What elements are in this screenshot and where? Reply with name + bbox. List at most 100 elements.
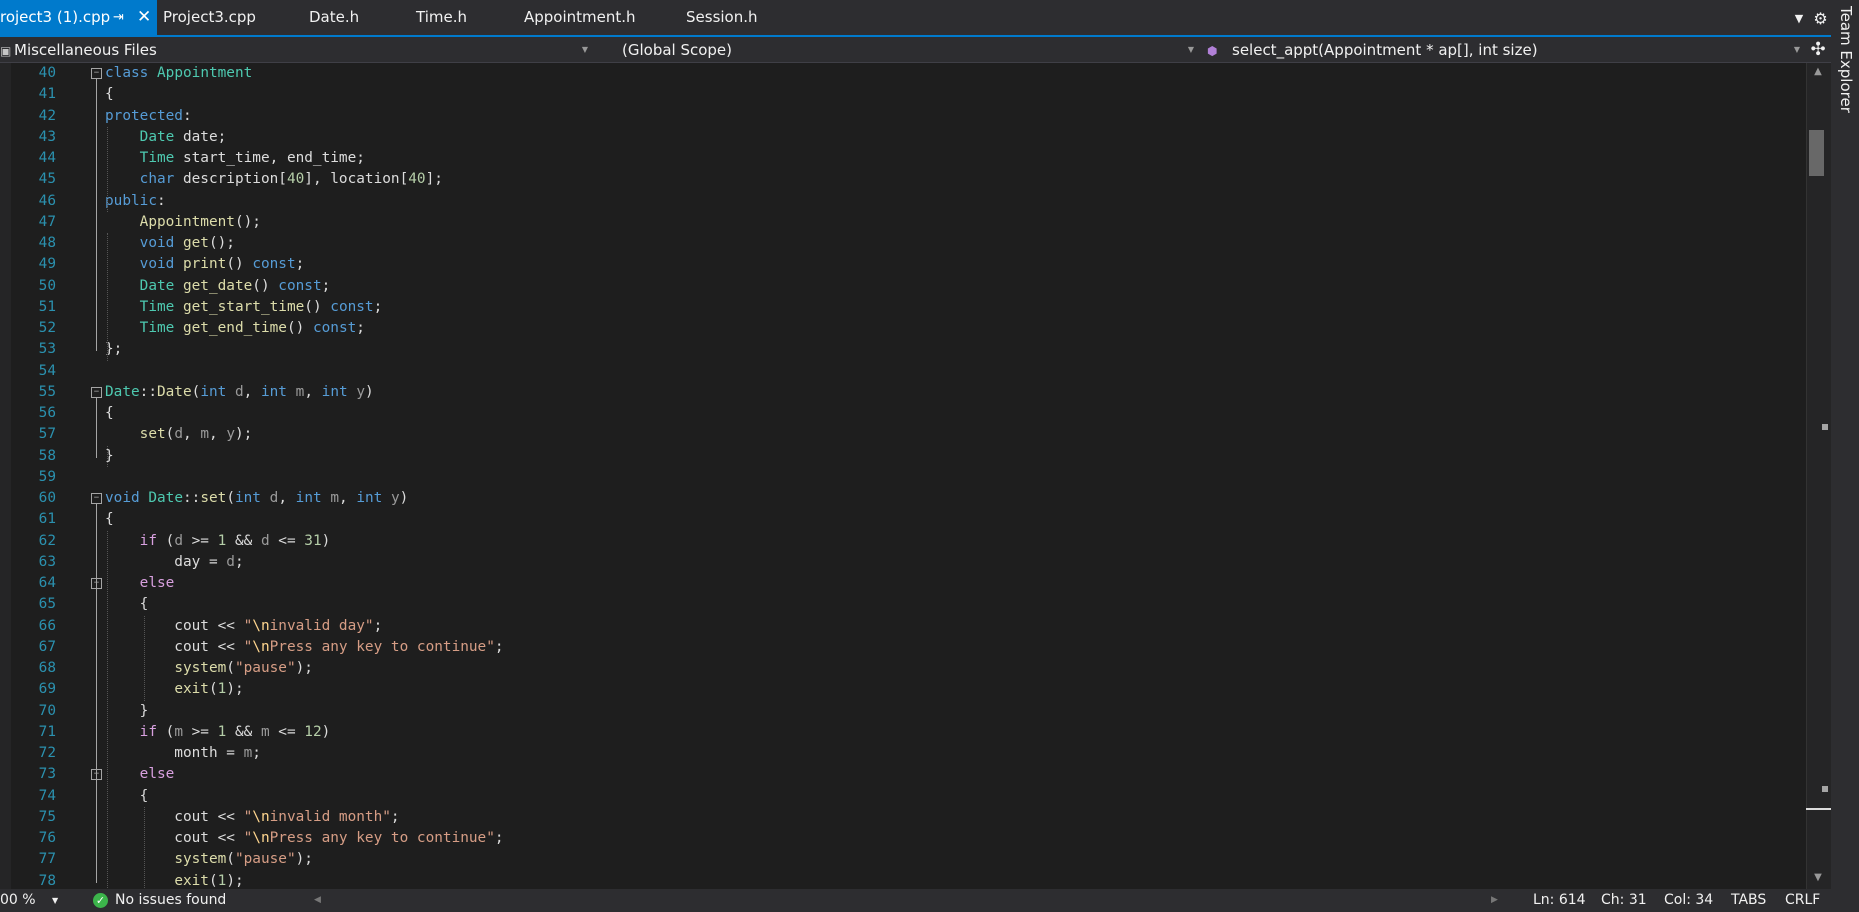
close-icon[interactable]: ✕ bbox=[137, 0, 151, 35]
code-token: exit bbox=[174, 872, 209, 889]
zoom-dropdown-icon[interactable]: ▼ bbox=[52, 889, 58, 912]
code-line[interactable]: 50 Date get_date() const; bbox=[0, 276, 1806, 297]
code-text: else bbox=[105, 573, 175, 594]
gear-icon[interactable]: ⚙ bbox=[1810, 0, 1831, 35]
code-line[interactable]: 45 char description[40], location[40]; bbox=[0, 169, 1806, 190]
line-ending[interactable]: CRLF bbox=[1785, 889, 1820, 912]
issues-status[interactable]: No issues found bbox=[115, 889, 226, 912]
collapse-icon[interactable]: − bbox=[91, 68, 102, 79]
code-token: ( bbox=[156, 532, 175, 549]
scroll-up-icon[interactable]: ▲ bbox=[1808, 66, 1828, 78]
scrollbar-thumb[interactable] bbox=[1809, 130, 1824, 176]
scope-dropdown[interactable]: (Global Scope) ▼ bbox=[598, 39, 1198, 61]
code-line[interactable]: 46 public: bbox=[0, 191, 1806, 212]
code-line[interactable]: 54 bbox=[0, 361, 1806, 382]
code-line[interactable]: 63 day = d; bbox=[0, 552, 1806, 573]
code-line[interactable]: 57 set(d, m, y); bbox=[0, 424, 1806, 445]
code-line[interactable]: 53}; bbox=[0, 339, 1806, 360]
scroll-right-icon[interactable]: ▶ bbox=[1491, 889, 1498, 912]
scroll-left-icon[interactable]: ◀ bbox=[314, 889, 321, 912]
code-line[interactable]: 66 cout << "\ninvalid day"; bbox=[0, 616, 1806, 637]
tab-time-h[interactable]: Time.h bbox=[416, 0, 496, 35]
pin-icon[interactable]: ⇥ bbox=[113, 0, 124, 35]
code-line[interactable]: 41 { bbox=[0, 84, 1806, 105]
code-token: system bbox=[174, 660, 227, 676]
code-text: { bbox=[105, 84, 114, 105]
code-line[interactable]: 73− else bbox=[0, 764, 1806, 785]
line-indicator[interactable]: Ln: 614 bbox=[1533, 889, 1586, 912]
code-line[interactable]: 70 } bbox=[0, 701, 1806, 722]
code-token: const bbox=[330, 298, 374, 315]
line-number: 42 bbox=[38, 107, 56, 124]
code-line[interactable]: 43 Date date; bbox=[0, 127, 1806, 148]
code-line[interactable]: 49 void print() const; bbox=[0, 254, 1806, 275]
line-number: 41 bbox=[38, 86, 56, 103]
code-token: 1 bbox=[217, 532, 227, 549]
tab-project3-1-cpp[interactable]: roject3 (1).cpp ⇥ ✕ bbox=[0, 0, 157, 35]
code-line[interactable]: 42 protected: bbox=[0, 106, 1806, 127]
code-token: { bbox=[105, 405, 114, 421]
code-line[interactable]: 75 cout << "\ninvalid month"; bbox=[0, 807, 1806, 828]
tab-appointment-h[interactable]: Appointment.h bbox=[524, 0, 654, 35]
code-token: y bbox=[391, 490, 400, 506]
code-line[interactable]: 47 Appointment(); bbox=[0, 212, 1806, 233]
code-line[interactable]: 58} bbox=[0, 446, 1806, 467]
tab-date-h[interactable]: Date.h bbox=[309, 0, 389, 35]
code-line[interactable]: 44 Time start_time, end_time; bbox=[0, 148, 1806, 169]
code-line[interactable]: 59 bbox=[0, 467, 1806, 488]
code-token: ; bbox=[494, 638, 504, 655]
code-line[interactable]: 40 − class Appointment bbox=[0, 63, 1806, 84]
code-token: ; bbox=[321, 277, 331, 294]
project-dropdown[interactable]: ▣ Miscellaneous Files ▼ bbox=[0, 39, 592, 61]
team-explorer-tab[interactable]: Team Explorer bbox=[1835, 6, 1855, 113]
member-dropdown[interactable]: ⬢ select_appt(Appointment * ap[], int siz… bbox=[1204, 39, 1804, 61]
code-text: system("pause"); bbox=[105, 658, 313, 679]
code-text: { bbox=[105, 594, 149, 615]
code-line[interactable]: 48 void get(); bbox=[0, 233, 1806, 254]
code-line[interactable]: 60 − void Date::set(int d, int m, int y) bbox=[0, 488, 1806, 509]
code-token: () bbox=[304, 298, 331, 315]
code-line[interactable]: 67 cout << "\nPress any key to continue"… bbox=[0, 637, 1806, 658]
collapse-icon[interactable]: − bbox=[91, 493, 102, 504]
code-text: void get(); bbox=[105, 233, 235, 254]
chevron-down-icon[interactable]: ▼ bbox=[1788, 0, 1810, 35]
code-token: Appointment bbox=[157, 65, 253, 81]
scroll-down-icon[interactable]: ▼ bbox=[1808, 872, 1828, 884]
code-token: m bbox=[200, 426, 209, 443]
code-text: else bbox=[105, 764, 175, 785]
scroll-marker bbox=[1822, 786, 1828, 792]
code-token: ; bbox=[494, 830, 504, 846]
indent-mode[interactable]: TABS bbox=[1731, 889, 1766, 912]
code-line[interactable]: 65 { bbox=[0, 594, 1806, 615]
zoom-level[interactable]: 00 % bbox=[0, 889, 36, 912]
code-token: cout << bbox=[105, 638, 244, 655]
code-line[interactable]: 69 exit(1); bbox=[0, 679, 1806, 700]
code-line[interactable]: 76 cout << "\nPress any key to continue"… bbox=[0, 828, 1806, 849]
collapse-icon[interactable]: − bbox=[91, 386, 102, 398]
code-line[interactable]: 52 Time get_end_time() const; bbox=[0, 318, 1806, 339]
column-indicator[interactable]: Col: 34 bbox=[1664, 889, 1713, 912]
code-line[interactable]: 77 system("pause"); bbox=[0, 849, 1806, 870]
code-line[interactable]: 64− else bbox=[0, 573, 1806, 594]
chevron-down-icon: ▼ bbox=[1187, 45, 1194, 54]
code-editor[interactable]: 40− class Appointment 41 {42 protected: 43 Da… bbox=[0, 63, 1806, 889]
code-line[interactable]: 51 Time get_start_time() const; bbox=[0, 297, 1806, 318]
code-line[interactable]: 68 system("pause"); bbox=[0, 658, 1806, 679]
code-line[interactable]: 71 if (m >= 1 && m <= 12) bbox=[0, 722, 1806, 743]
code-line[interactable]: 62 if (d >= 1 && d <= 31) bbox=[0, 531, 1806, 552]
code-line[interactable]: 78 exit(1); bbox=[0, 871, 1806, 890]
tab-session-h[interactable]: Session.h bbox=[686, 0, 786, 35]
code-line[interactable]: 61 { bbox=[0, 509, 1806, 530]
tab-project3-cpp[interactable]: Project3.cpp bbox=[163, 0, 283, 35]
code-line[interactable]: 55 − Date::Date(int d, int m, int y) bbox=[0, 382, 1806, 403]
code-token: " bbox=[243, 808, 253, 825]
code-line[interactable]: 74 { bbox=[0, 786, 1806, 807]
code-line[interactable]: 72 month = m; bbox=[0, 743, 1806, 764]
code-text: Date date; bbox=[105, 127, 227, 148]
code-line[interactable]: 56 { bbox=[0, 403, 1806, 424]
split-editor-icon[interactable]: ✣ bbox=[1807, 39, 1829, 61]
vertical-scrollbar[interactable] bbox=[1806, 63, 1831, 889]
char-indicator[interactable]: Ch: 31 bbox=[1601, 889, 1647, 912]
code-token: Date bbox=[105, 383, 140, 400]
